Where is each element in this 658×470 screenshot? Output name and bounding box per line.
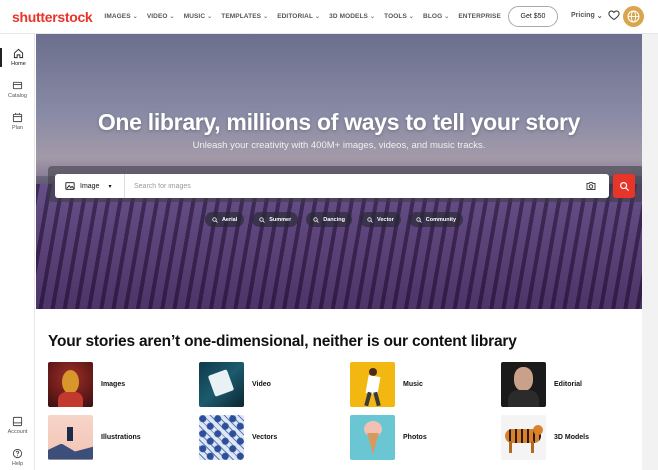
search-icon bbox=[212, 216, 218, 223]
music-thumbnail bbox=[350, 361, 395, 407]
search-icon bbox=[367, 216, 373, 223]
page-scrollbar[interactable] bbox=[642, 34, 658, 470]
category-editorial[interactable]: Editorial bbox=[501, 361, 651, 407]
shutterstock-logo[interactable]: shutterstock bbox=[12, 9, 93, 25]
sidebar-item-catalog[interactable]: Catalog bbox=[0, 80, 35, 99]
camera-icon bbox=[586, 182, 596, 190]
nav-3d-models[interactable]: 3D MODELS ⌄ bbox=[329, 13, 375, 20]
category-label: Editorial bbox=[554, 380, 583, 388]
nav-templates[interactable]: TEMPLATES ⌄ bbox=[221, 13, 268, 20]
top-navigation: shutterstock IMAGES ⌄ VIDEO ⌄ MUSIC ⌄ TEMPL… bbox=[0, 0, 658, 34]
search-by-image-button[interactable] bbox=[583, 178, 599, 194]
chevron-down-icon: ⌄ bbox=[444, 14, 450, 20]
sidebar-item-label: Home bbox=[11, 61, 26, 67]
main-nav: IMAGES ⌄ VIDEO ⌄ MUSIC ⌄ TEMPLATES ⌄ EDITORI… bbox=[104, 13, 501, 20]
get-offer-button[interactable]: Get $50 bbox=[508, 6, 558, 27]
chevron-down-icon: ⌄ bbox=[369, 14, 376, 20]
heart-icon[interactable] bbox=[608, 9, 620, 21]
sidebar-item-help[interactable]: Help bbox=[0, 448, 35, 467]
category-3d-models[interactable]: 3D Models bbox=[501, 414, 651, 460]
photos-thumbnail bbox=[350, 414, 395, 460]
sidebar-item-label: Catalog bbox=[8, 93, 27, 99]
chevron-down-icon: ⌄ bbox=[169, 14, 175, 20]
nav-blog[interactable]: BLOG ⌄ bbox=[423, 13, 449, 20]
sidebar-item-label: Account bbox=[7, 429, 28, 435]
search-icon bbox=[416, 216, 422, 223]
video-thumbnail bbox=[199, 361, 244, 407]
3d-models-thumbnail bbox=[501, 414, 546, 460]
calendar-icon bbox=[12, 112, 23, 123]
nav-editorial[interactable]: EDITORIAL ⌄ bbox=[277, 13, 320, 20]
chip-summer[interactable]: Summer bbox=[252, 212, 299, 227]
chevron-down-icon: ⌄ bbox=[207, 14, 213, 20]
category-label: Photos bbox=[403, 433, 427, 441]
search-input[interactable] bbox=[125, 182, 583, 190]
category-label: Music bbox=[403, 380, 423, 388]
catalog-icon bbox=[12, 81, 23, 90]
sidebar-item-account[interactable]: Account bbox=[0, 416, 35, 435]
illustrations-thumbnail bbox=[48, 414, 93, 460]
globe-icon bbox=[627, 10, 640, 23]
category-illustrations[interactable]: Illustrations bbox=[48, 414, 198, 460]
chevron-down-icon: ⌄ bbox=[132, 14, 138, 20]
category-photos[interactable]: Photos bbox=[350, 414, 500, 460]
nav-images[interactable]: IMAGES ⌄ bbox=[104, 13, 137, 20]
images-thumbnail bbox=[48, 361, 93, 407]
left-sidebar: Home Catalog Plan Account Help bbox=[0, 34, 35, 470]
suggestion-chips: Aerial Summer Dancing Vector Community bbox=[36, 212, 642, 227]
nav-enterprise[interactable]: ENTERPRISE bbox=[458, 13, 501, 20]
editorial-thumbnail bbox=[501, 361, 546, 407]
search-box: Image ▾ bbox=[55, 174, 609, 198]
search-icon bbox=[313, 216, 320, 223]
category-label: 3D Models bbox=[554, 433, 590, 441]
nav-tools[interactable]: TOOLS ⌄ bbox=[384, 13, 414, 20]
chevron-down-icon: ⌄ bbox=[408, 14, 415, 20]
category-music[interactable]: Music bbox=[350, 361, 500, 407]
sidebar-item-home[interactable]: Home bbox=[0, 48, 35, 67]
help-icon bbox=[12, 448, 23, 459]
chip-community[interactable]: Community bbox=[408, 212, 464, 227]
image-icon bbox=[65, 182, 75, 190]
search-icon bbox=[619, 181, 629, 191]
category-label: Images bbox=[101, 380, 126, 388]
language-globe-button[interactable] bbox=[623, 6, 644, 27]
hero-banner: One library, millions of ways to tell yo… bbox=[36, 34, 642, 309]
caret-down-icon: ▾ bbox=[108, 183, 112, 190]
chevron-down-icon: ⌄ bbox=[596, 13, 603, 20]
asset-type-select[interactable]: Image ▾ bbox=[55, 174, 125, 198]
search-icon bbox=[259, 216, 266, 223]
chevron-down-icon: ⌄ bbox=[263, 14, 269, 20]
account-icon bbox=[12, 416, 23, 427]
nav-music[interactable]: MUSIC ⌄ bbox=[184, 13, 213, 20]
category-vectors[interactable]: Vectors bbox=[199, 414, 349, 460]
search-button[interactable] bbox=[613, 174, 635, 198]
category-video[interactable]: Video bbox=[199, 361, 349, 407]
sidebar-item-label: Help bbox=[11, 461, 24, 467]
sidebar-item-label: Plan bbox=[11, 125, 23, 131]
chip-dancing[interactable]: Dancing bbox=[306, 212, 352, 227]
hero-subtitle: Unleash your creativity with 400M+ image… bbox=[192, 140, 486, 151]
nav-video[interactable]: VIDEO ⌄ bbox=[147, 13, 175, 20]
vectors-thumbnail bbox=[199, 414, 244, 460]
category-label: Vectors bbox=[252, 433, 278, 441]
category-images[interactable]: Images bbox=[48, 361, 198, 407]
section-title: Your stories aren’t one-dimensional, nei… bbox=[48, 333, 517, 350]
chip-aerial[interactable]: Aerial bbox=[204, 212, 245, 227]
chip-vector[interactable]: Vector bbox=[359, 212, 401, 227]
chevron-down-icon: ⌄ bbox=[315, 14, 321, 20]
category-label: Video bbox=[252, 380, 271, 388]
hero-title: One library, millions of ways to tell yo… bbox=[97, 109, 581, 135]
category-label: Illustrations bbox=[101, 433, 141, 441]
pricing-menu[interactable]: Pricing ⌄ bbox=[571, 12, 603, 20]
home-icon bbox=[13, 48, 24, 59]
lavender-field-image bbox=[36, 184, 642, 309]
sidebar-item-plan[interactable]: Plan bbox=[0, 112, 35, 131]
